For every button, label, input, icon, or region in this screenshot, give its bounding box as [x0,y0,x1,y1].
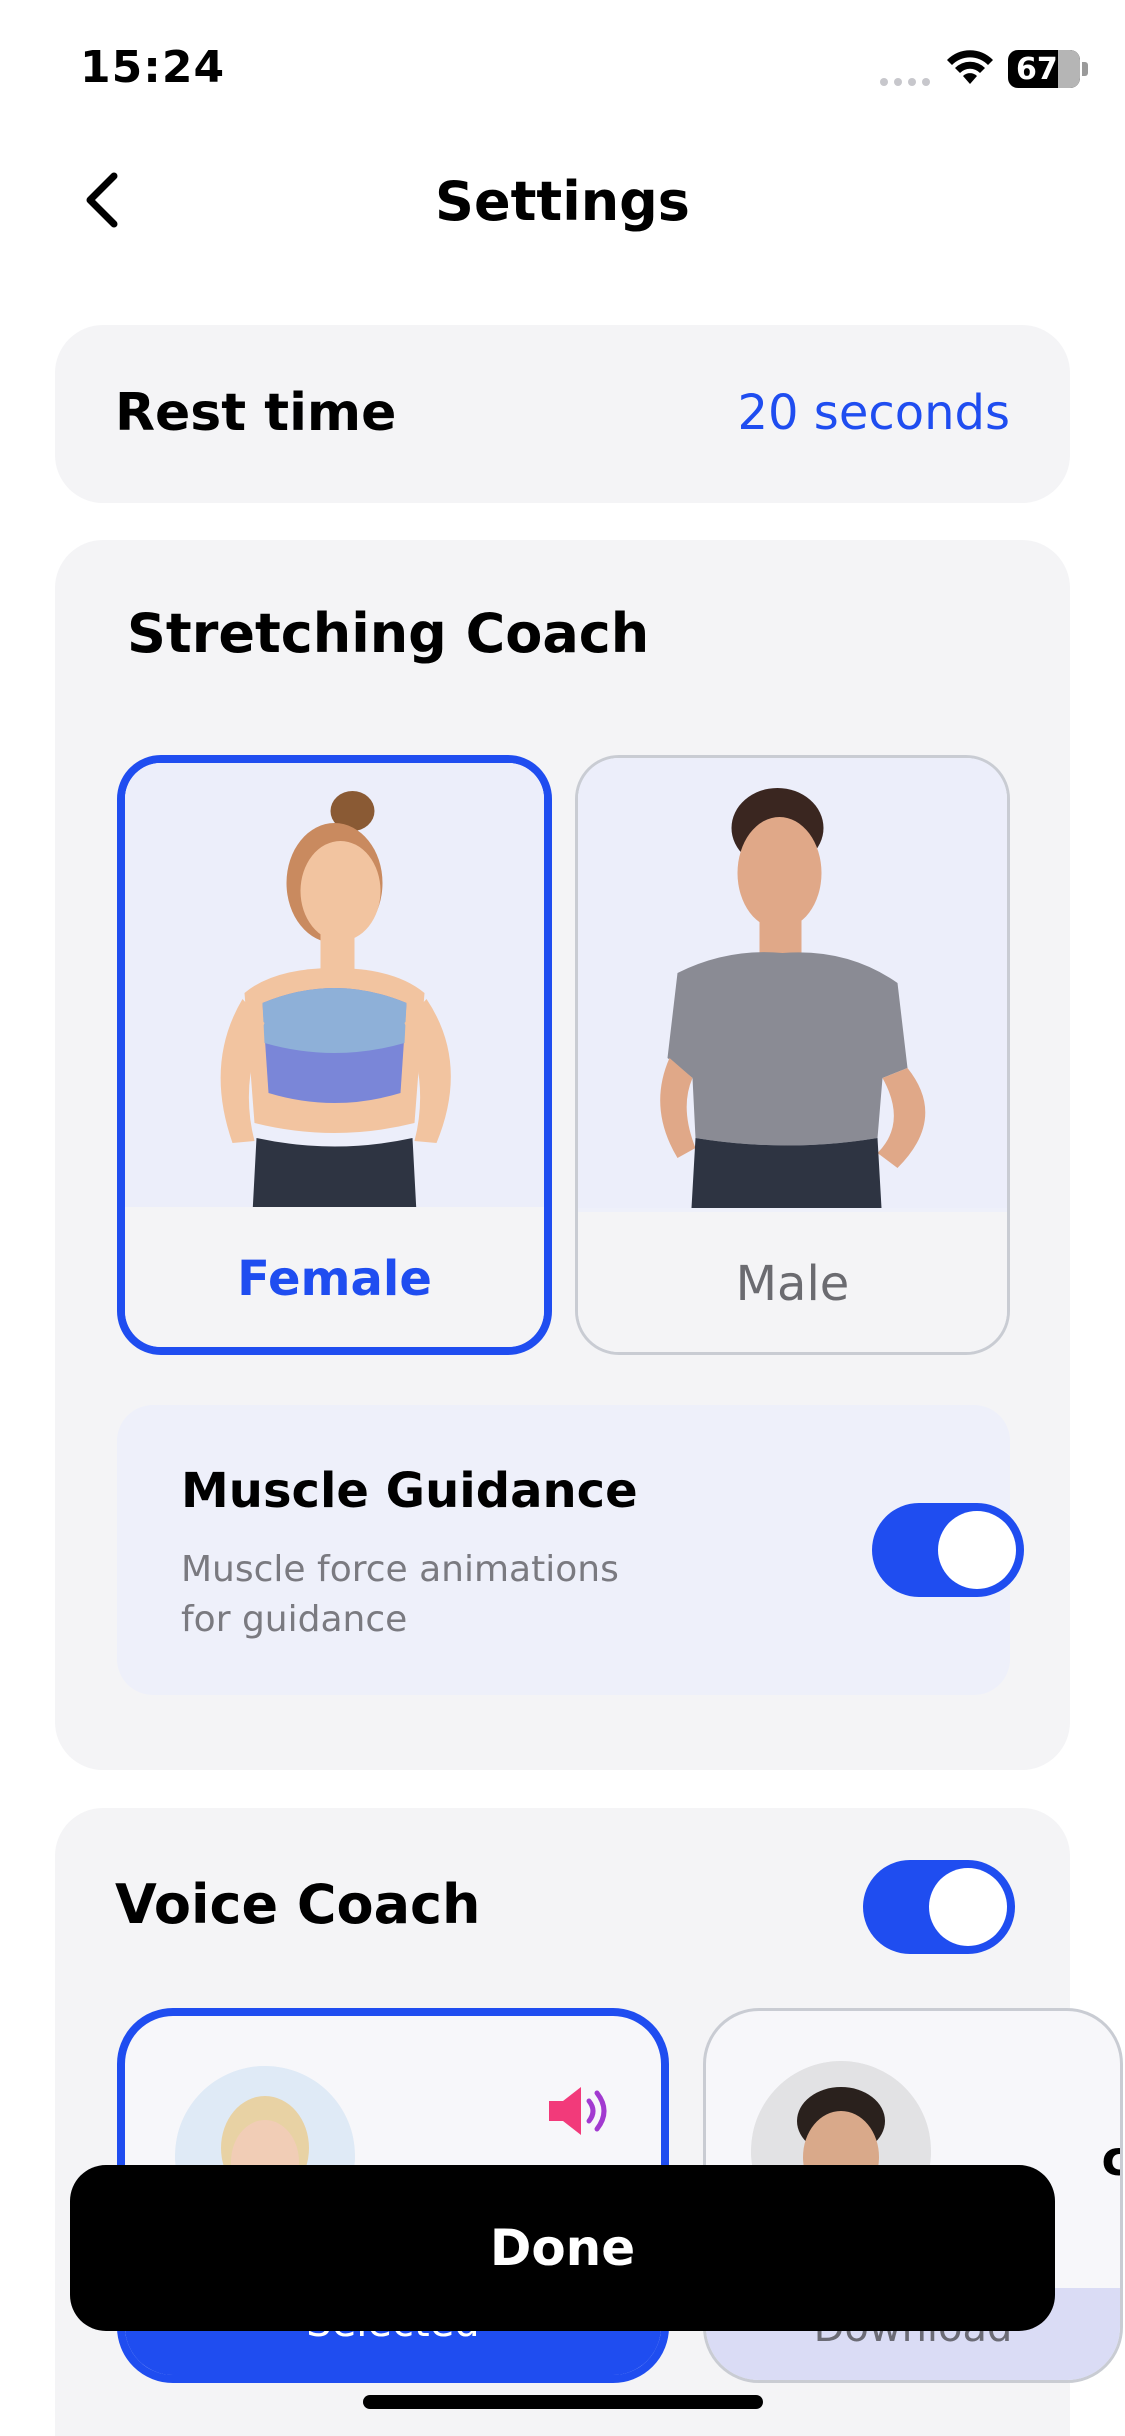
coach-option-label: Female [237,1251,432,1307]
muscle-guidance-description: Muscle force animations for guidance [181,1549,619,1640]
page-title: Settings [435,170,690,233]
rest-time-row[interactable]: Rest time 20 seconds [55,325,1070,503]
rest-time-label: Rest time [115,383,397,443]
voice-coach-card: Voice Coach Selected c Download [55,1808,1123,2436]
voice-coach-toggle[interactable] [863,1860,1015,1954]
coach-option-label: Male [735,1256,850,1312]
male-coach-image [578,758,1007,1208]
stretching-coach-title: Stretching Coach [127,602,650,665]
muscle-guidance-title: Muscle Guidance [181,1463,638,1519]
coach-option-male[interactable]: Male [575,755,1010,1355]
status-bar: 15:24 67 [0,0,1125,130]
battery-level: 67 [1016,52,1058,87]
toggle-knob [938,1511,1016,1589]
nav-bar: Settings [0,140,1125,260]
voice-coach-name-fragment: c [1102,2131,1120,2187]
home-indicator [363,2395,763,2409]
status-time: 15:24 [80,42,226,93]
muscle-guidance-toggle[interactable] [872,1503,1024,1597]
coach-option-female[interactable]: Female [117,755,552,1355]
cellular-signal-icon [880,78,930,86]
muscle-guidance-panel: Muscle Guidance Muscle force animations … [117,1405,1024,1695]
rest-time-value[interactable]: 20 seconds [737,385,1010,441]
voice-coach-title: Voice Coach [115,1873,481,1936]
battery-icon: 67 [1008,50,1088,88]
female-coach-image [125,763,544,1213]
done-button[interactable]: Done [70,2165,1055,2331]
male-label-area: Male [578,1212,1007,1352]
wifi-icon [947,50,993,84]
toggle-knob [929,1868,1007,1946]
stretching-coach-card: Stretching Coach Female Male Muscle Guid… [55,540,1070,1770]
speaker-icon[interactable] [545,2081,615,2141]
female-label-area: Female [125,1207,544,1347]
